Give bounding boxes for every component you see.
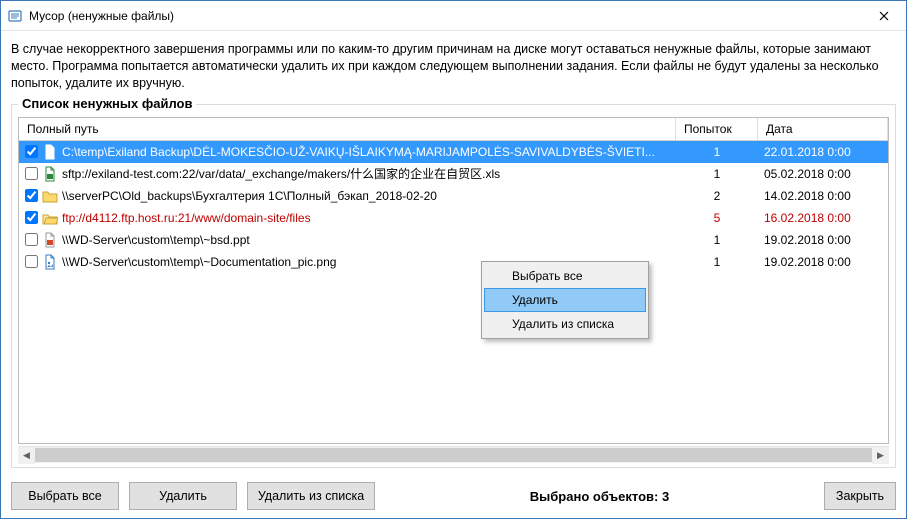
- row-checkbox[interactable]: [25, 145, 38, 158]
- table-row[interactable]: C:\temp\Exiland Backup\DĖL-MOKESČIO-UŽ-V…: [19, 141, 888, 163]
- row-date: 14.02.2018 0:00: [758, 189, 888, 203]
- close-button[interactable]: Закрыть: [824, 482, 896, 510]
- context-menu: Выбрать все Удалить Удалить из списка: [481, 261, 649, 339]
- table-row[interactable]: \\WD-Server\custom\temp\~bsd.ppt119.02.2…: [19, 229, 888, 251]
- horizontal-scrollbar[interactable]: ◀ ▶: [18, 446, 889, 463]
- row-path: \\serverPC\Old_backups\Бухгалтерия 1С\По…: [62, 189, 676, 203]
- file-list-group: Список ненужных файлов Полный путь Попыт…: [11, 104, 896, 468]
- table-row[interactable]: ftp://d4112.ftp.host.ru:21/www/domain-si…: [19, 207, 888, 229]
- row-checkbox[interactable]: [25, 211, 38, 224]
- menu-delete[interactable]: Удалить: [484, 288, 646, 312]
- row-date: 16.02.2018 0:00: [758, 211, 888, 225]
- row-checkbox[interactable]: [25, 233, 38, 246]
- row-checkbox[interactable]: [25, 189, 38, 202]
- row-path: ftp://d4112.ftp.host.ru:21/www/domain-si…: [62, 211, 676, 225]
- row-attempts: 1: [676, 255, 758, 269]
- row-attempts: 5: [676, 211, 758, 225]
- col-path[interactable]: Полный путь: [19, 118, 676, 140]
- file-table: Полный путь Попыток Дата C:\temp\Exiland…: [18, 117, 889, 444]
- scroll-right-button[interactable]: ▶: [872, 447, 889, 464]
- footer: Выбрать все Удалить Удалить из списка Вы…: [1, 474, 906, 518]
- png-icon: [42, 254, 58, 270]
- content-area: В случае некорректного завершения програ…: [1, 31, 906, 474]
- row-checkbox[interactable]: [25, 167, 38, 180]
- table-row[interactable]: \\serverPC\Old_backups\Бухгалтерия 1С\По…: [19, 185, 888, 207]
- row-path: C:\temp\Exiland Backup\DĖL-MOKESČIO-UŽ-V…: [62, 145, 676, 159]
- group-title: Список ненужных файлов: [18, 96, 196, 111]
- table-header: Полный путь Попыток Дата: [19, 118, 888, 141]
- folder-icon: [42, 188, 58, 204]
- row-date: 22.01.2018 0:00: [758, 145, 888, 159]
- xls-icon: [42, 166, 58, 182]
- row-attempts: 1: [676, 233, 758, 247]
- selection-status: Выбрано объектов: 3: [385, 489, 814, 504]
- row-date: 05.02.2018 0:00: [758, 167, 888, 181]
- menu-remove-from-list[interactable]: Удалить из списка: [484, 312, 646, 336]
- scroll-left-button[interactable]: ◀: [18, 447, 35, 464]
- row-attempts: 1: [676, 145, 758, 159]
- row-attempts: 2: [676, 189, 758, 203]
- folder-open-icon: [42, 210, 58, 226]
- delete-button[interactable]: Удалить: [129, 482, 237, 510]
- col-attempts[interactable]: Попыток: [676, 118, 758, 140]
- row-path: sftp://exiland-test.com:22/var/data/_exc…: [62, 165, 676, 182]
- remove-from-list-button[interactable]: Удалить из списка: [247, 482, 375, 510]
- window-title: Мусор (ненужные файлы): [29, 9, 861, 23]
- select-all-button[interactable]: Выбрать все: [11, 482, 119, 510]
- table-row[interactable]: sftp://exiland-test.com:22/var/data/_exc…: [19, 163, 888, 185]
- row-checkbox[interactable]: [25, 255, 38, 268]
- col-date[interactable]: Дата: [758, 118, 888, 140]
- table-row[interactable]: \\WD-Server\custom\temp\~Documentation_p…: [19, 251, 888, 273]
- window-close-button[interactable]: [861, 1, 906, 31]
- file-white-icon: [42, 144, 58, 160]
- scroll-thumb[interactable]: [35, 448, 872, 462]
- explanation-text: В случае некорректного завершения програ…: [11, 41, 896, 92]
- row-date: 19.02.2018 0:00: [758, 255, 888, 269]
- menu-select-all[interactable]: Выбрать все: [484, 264, 646, 288]
- row-path: \\WD-Server\custom\temp\~bsd.ppt: [62, 233, 676, 247]
- ppt-icon: [42, 232, 58, 248]
- row-date: 19.02.2018 0:00: [758, 233, 888, 247]
- window: Мусор (ненужные файлы) В случае некоррек…: [0, 0, 907, 519]
- app-icon: [7, 8, 23, 24]
- table-body: C:\temp\Exiland Backup\DĖL-MOKESČIO-UŽ-V…: [19, 141, 888, 443]
- titlebar: Мусор (ненужные файлы): [1, 1, 906, 31]
- row-attempts: 1: [676, 167, 758, 181]
